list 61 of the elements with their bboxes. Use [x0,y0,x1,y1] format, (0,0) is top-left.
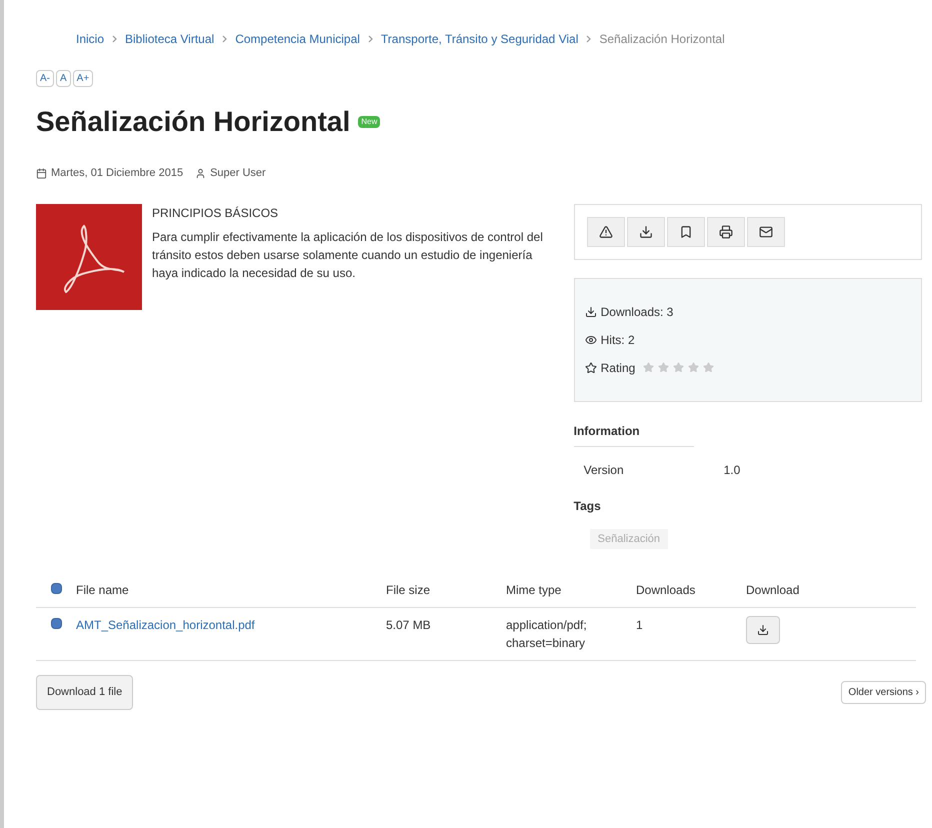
rating-star[interactable] [703,362,714,373]
breadcrumb-link[interactable]: Transporte, Tránsito y Seguridad Vial [380,30,578,48]
column-header: File name [76,573,386,608]
action-button[interactable] [666,216,705,246]
star-icon [584,362,597,374]
description-heading: PRINCIPIOS BÁSICOS [152,204,280,222]
downloads-count: Downloads: 3 [600,304,674,320]
publish-date: Martes, 01 Diciembre 2015 [51,166,184,181]
breadcrumb-link[interactable]: Señalización Horizontal [599,30,725,48]
mail-icon [758,224,773,238]
table-cell: 1 [636,608,746,660]
rating-star[interactable] [688,362,700,373]
rating-star[interactable] [673,362,684,373]
chevron-icon [586,35,592,43]
breadcrumb-link[interactable]: Biblioteca Virtual [125,30,214,48]
breadcrumb-link[interactable]: Competencia Municipal [235,30,360,48]
column-header: Mime type [506,573,636,608]
action-button[interactable] [586,216,625,246]
information-heading: Information [574,422,694,446]
file-link[interactable]: AMT_Señalizacion_horizontal.pdf [76,618,255,632]
font-size-button[interactable]: A- [36,70,54,87]
chevron-icon [368,35,373,43]
rating-label: Rating [600,360,636,376]
info-value: 1.0 [724,462,740,478]
page-title: Señalización Horizontal [36,105,350,139]
bookmark-icon [678,224,693,238]
column-header: Downloads [636,573,746,608]
download-button[interactable] [746,616,780,644]
new-badge: New [358,116,380,128]
rating-star[interactable] [643,362,654,373]
print-icon [718,224,733,238]
action-button[interactable] [706,216,745,246]
download-icon [757,624,769,636]
table-cell: 5.07 MB [386,608,506,660]
checkbox[interactable] [50,583,62,594]
rating-star[interactable] [658,362,670,373]
hits-count: Hits: 2 [600,332,635,348]
chevron-icon [112,35,118,43]
older-versions-button[interactable]: Older versions › [841,680,926,704]
column-header: File size [386,573,506,608]
download-files-button[interactable]: Download 1 file [36,675,134,710]
action-button[interactable] [746,216,785,246]
breadcrumb-link[interactable]: Inicio [76,30,104,48]
column-header: Download [746,573,916,608]
download-icon [638,224,653,238]
user-icon [195,168,206,179]
eye-icon [584,334,597,346]
download-icon [584,306,597,318]
pdf-file-icon [36,204,142,310]
tags-heading: Tags [574,498,602,514]
description-text: Para cumplir efectivamente la aplicación de los dispositivos de control del tránsito estos deben usarse solamente cuando un estudio de ingeniería haya indicado la necesidad de su uso. [152,228,544,282]
table-cell: application/pdf; charset=binary [506,608,636,660]
author-name: Super User [210,166,266,181]
action-button[interactable] [626,216,665,246]
font-size-button[interactable]: A [56,70,71,87]
checkbox[interactable] [50,618,62,629]
info-label: Version [584,462,625,478]
chevron-icon [222,35,228,43]
font-size-button[interactable]: A+ [72,70,94,87]
warning-icon [598,224,613,238]
calendar-icon [36,168,47,179]
